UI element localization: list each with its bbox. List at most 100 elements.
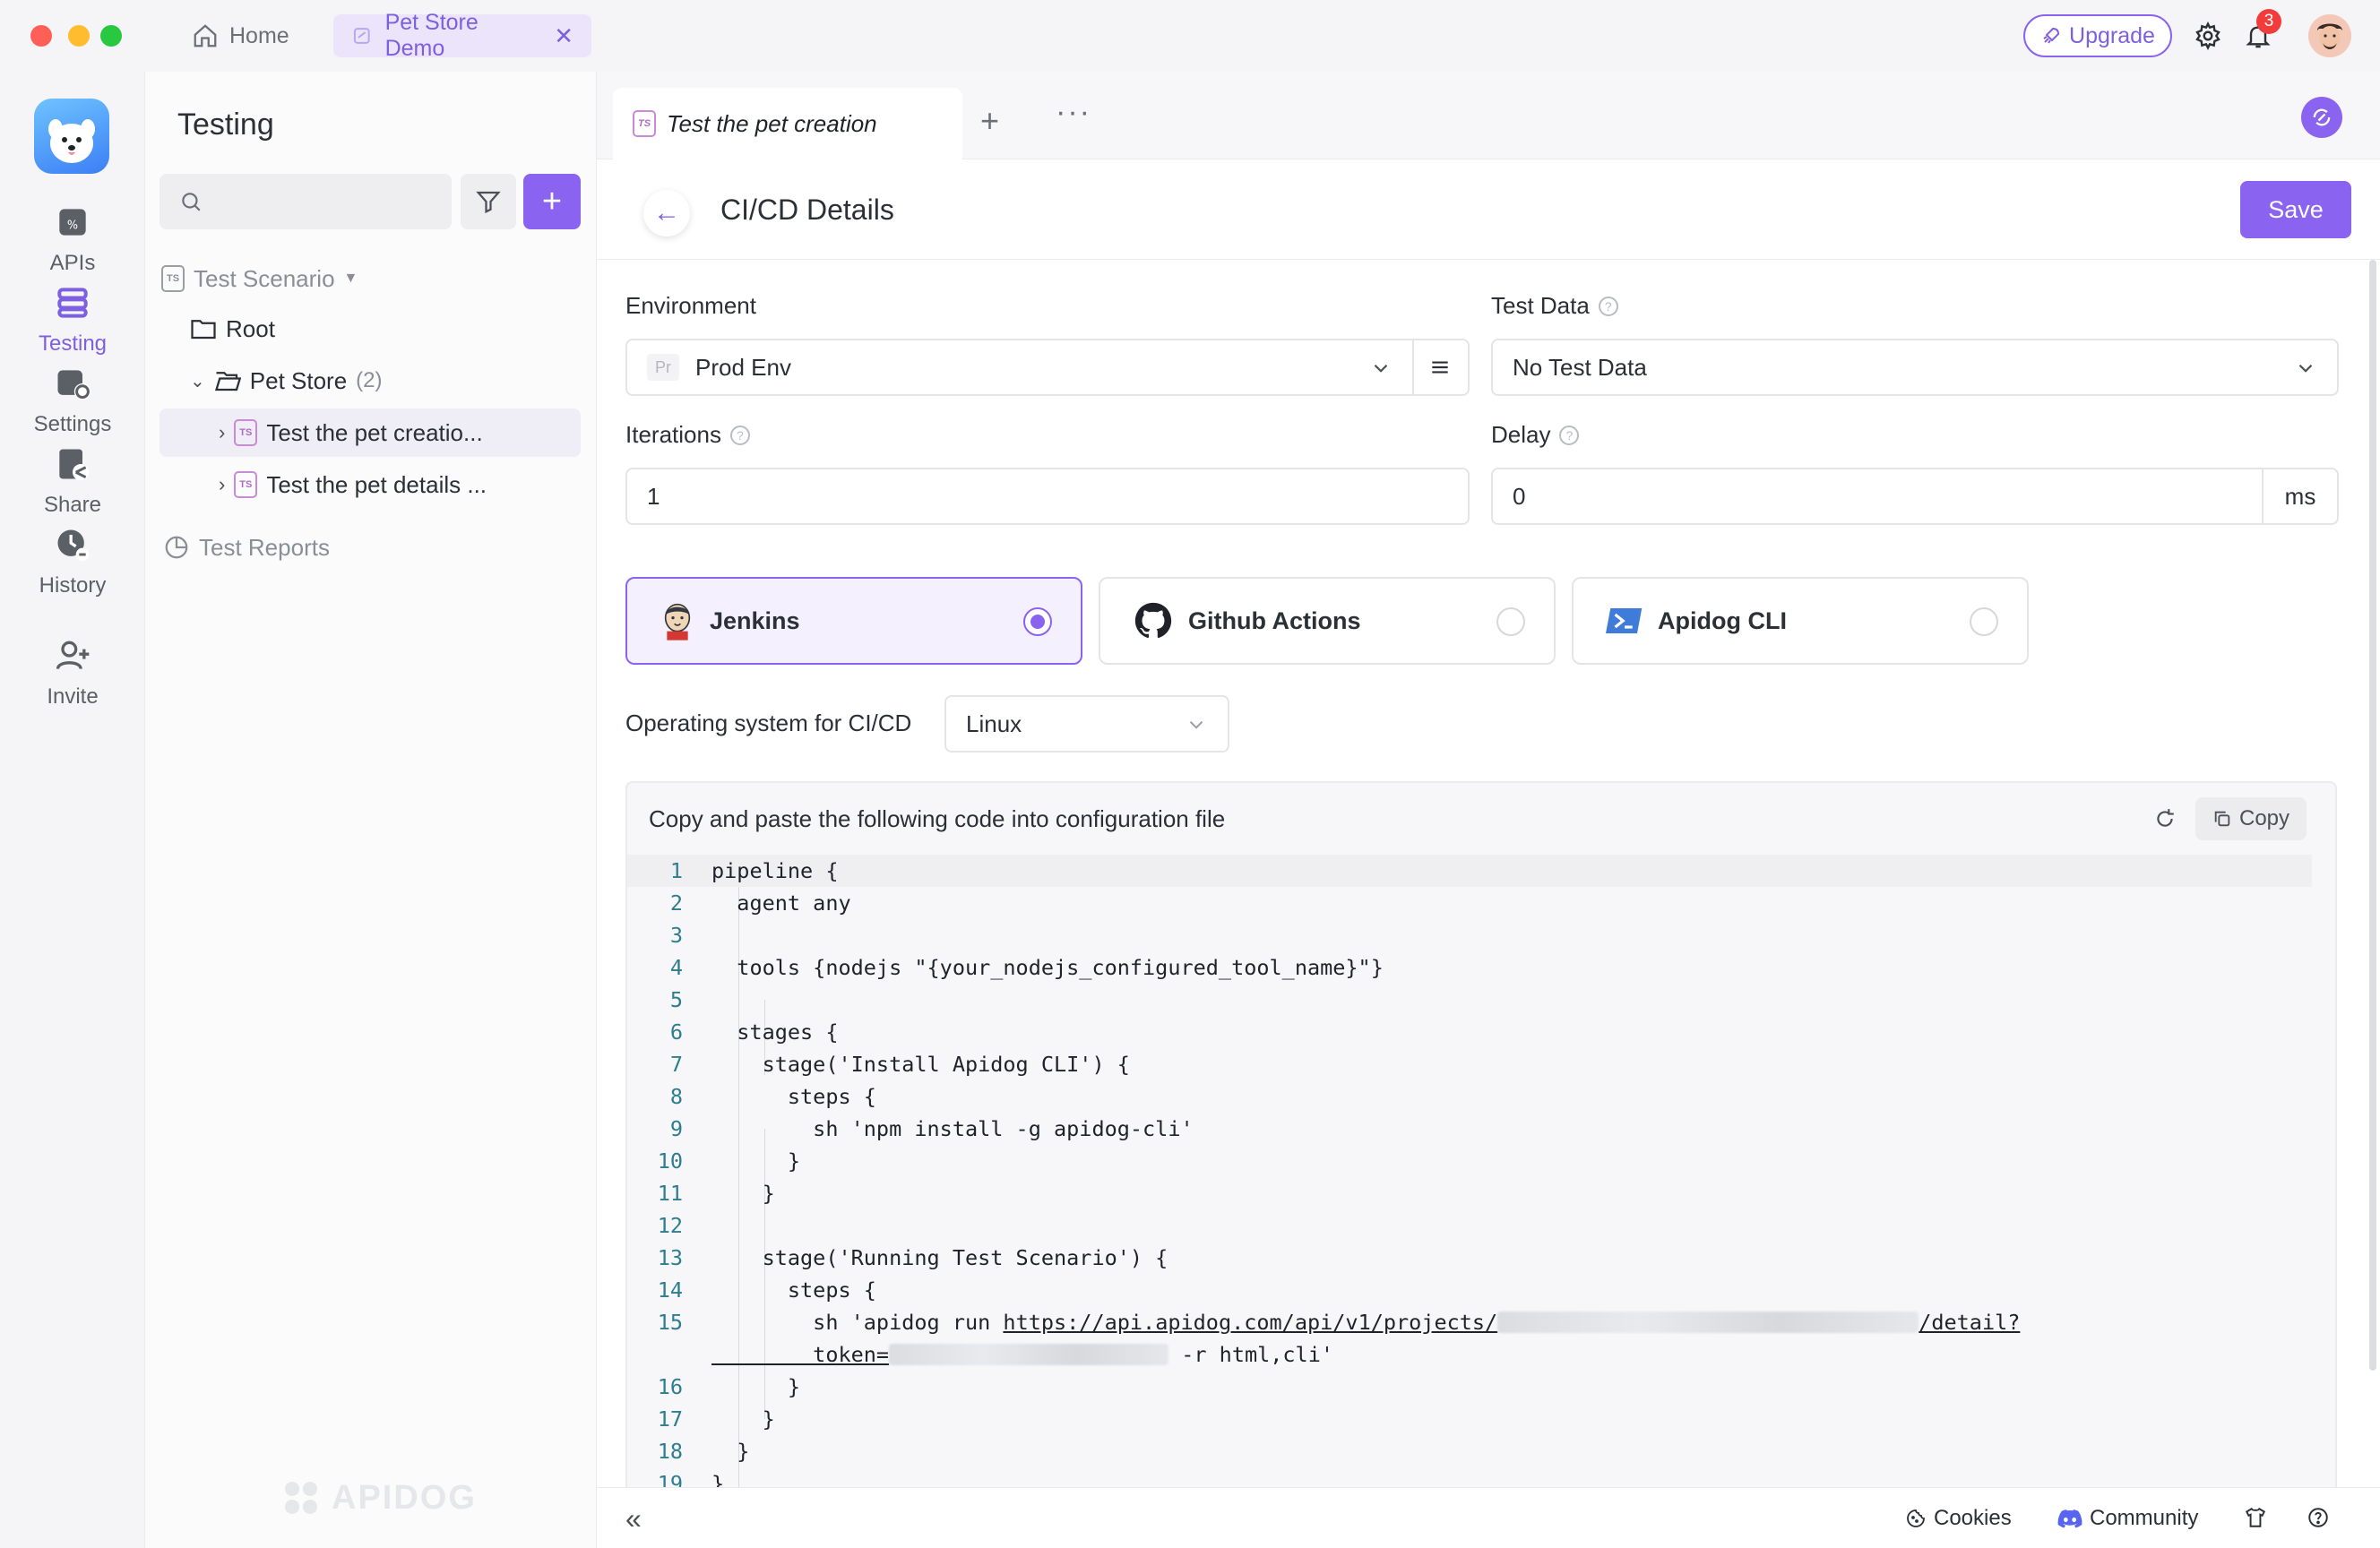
- tab-label: Test the pet creation: [667, 109, 877, 137]
- radio-unselected[interactable]: [1496, 607, 1525, 636]
- test-data-select[interactable]: No Test Data: [1491, 339, 2339, 396]
- shirt-button[interactable]: [2244, 1506, 2267, 1529]
- redacted-token: [889, 1344, 1169, 1365]
- code-line: 8 steps {: [627, 1080, 2312, 1113]
- save-button[interactable]: Save: [2240, 181, 2351, 238]
- window-close-button[interactable]: [30, 25, 52, 47]
- folder-count: (2): [356, 368, 383, 392]
- line-number: 15: [657, 1310, 683, 1335]
- tree-item-test-scenario[interactable]: TS Test Scenario ▼: [160, 254, 581, 303]
- line-number: 1: [669, 858, 683, 883]
- code-line: 13 stage('Running Test Scenario') {: [627, 1242, 2312, 1274]
- tree-item-test-reports[interactable]: Test Reports: [160, 523, 581, 572]
- ci-option-label: Github Actions: [1188, 606, 1361, 634]
- help-button[interactable]: [2307, 1506, 2330, 1529]
- code-text: }: [711, 1439, 750, 1464]
- back-button[interactable]: ←: [643, 190, 690, 236]
- line-number: 11: [657, 1181, 683, 1206]
- filter-button[interactable]: [461, 174, 516, 229]
- more-icon[interactable]: ···: [1056, 95, 1091, 130]
- add-button[interactable]: +: [523, 174, 581, 229]
- radio-unselected[interactable]: [1970, 607, 1998, 636]
- avatar-face-icon: [2308, 14, 2351, 57]
- filter-icon: [476, 191, 501, 214]
- delay-input[interactable]: 0: [1491, 468, 2264, 525]
- code-line: 18 }: [627, 1435, 2312, 1467]
- line-number: 16: [657, 1374, 683, 1399]
- help-icon[interactable]: ?: [729, 425, 750, 445]
- close-icon[interactable]: ✕: [554, 22, 573, 50]
- help-icon[interactable]: ?: [1598, 296, 1618, 316]
- help-circle-icon: [2308, 1508, 2328, 1527]
- tree-item-root[interactable]: Root: [160, 305, 581, 353]
- settings-gear-button[interactable]: [2190, 18, 2226, 54]
- iterations-input[interactable]: 1: [625, 468, 1470, 525]
- line-number: 13: [657, 1245, 683, 1270]
- ci-option-label: Apidog CLI: [1658, 606, 1787, 634]
- title-bar: Home Pet Store Demo ✕ Upgrade 3: [0, 0, 2380, 72]
- invite-icon: [56, 641, 90, 670]
- rail-item-invite[interactable]: Invite: [0, 636, 145, 710]
- refresh-button[interactable]: [2149, 803, 2181, 835]
- community-button[interactable]: Community: [2057, 1506, 2198, 1531]
- avatar[interactable]: [2308, 14, 2351, 57]
- tree-item-label: Test Reports: [199, 533, 330, 561]
- ci-option-apidog-cli[interactable]: Apidog CLI: [1572, 577, 2029, 665]
- chevron-right-icon: ›: [219, 473, 226, 495]
- main-content: TS Test the pet creation + ··· ← CI/CD D…: [597, 72, 2380, 1548]
- tree-item-label: Test the pet details ...: [266, 470, 487, 498]
- rail-item-share[interactable]: Share: [0, 444, 145, 518]
- line-number: 2: [669, 890, 683, 916]
- tree-item-label: Test Scenario: [194, 264, 335, 292]
- help-icon[interactable]: ?: [1559, 425, 1580, 445]
- copy-button[interactable]: Copy: [2195, 797, 2307, 840]
- tree-item-test-pet-creation[interactable]: › TS Test the pet creatio...: [160, 408, 581, 457]
- code-line: 16 }: [627, 1371, 2312, 1403]
- tree-search-box[interactable]: [160, 174, 452, 229]
- tree-item-pet-store[interactable]: ⌄ Pet Store (2): [160, 357, 581, 405]
- tree-item-test-pet-details[interactable]: › TS Test the pet details ...: [160, 460, 581, 509]
- tree-search-input[interactable]: [215, 189, 439, 214]
- upgrade-button[interactable]: Upgrade: [2023, 14, 2172, 57]
- line-number: 6: [669, 1019, 683, 1045]
- main-scrollbar[interactable]: [2369, 260, 2376, 1371]
- code-text: }: [711, 1374, 801, 1399]
- home-tab[interactable]: Home: [192, 18, 289, 54]
- rail-item-settings-label: Settings: [33, 412, 112, 436]
- environment-select[interactable]: Pr Prod Env: [625, 339, 1414, 396]
- environment-tag: Pr: [647, 354, 679, 381]
- window-zoom-button[interactable]: [100, 25, 122, 47]
- status-footer: « Cookies Community: [597, 1487, 2380, 1548]
- sync-button[interactable]: [2301, 97, 2342, 138]
- project-tab-label: Pet Store Demo: [384, 10, 479, 61]
- cookies-button[interactable]: Cookies: [1905, 1506, 2012, 1531]
- radio-selected[interactable]: [1023, 607, 1052, 636]
- rail-item-testing[interactable]: Testing: [0, 283, 145, 357]
- environment-label: Environment: [625, 292, 756, 320]
- rail-item-apis[interactable]: % APIs: [0, 202, 145, 276]
- code-editor[interactable]: 1 pipeline { 2 agent any 3 4 tools {nodej…: [627, 855, 2312, 1548]
- os-select[interactable]: Linux: [944, 695, 1229, 752]
- window-minimize-button[interactable]: [68, 25, 90, 47]
- terminal-icon: [1606, 608, 1643, 633]
- rail-item-history[interactable]: History: [0, 525, 145, 598]
- rail-item-settings[interactable]: Settings: [0, 364, 145, 437]
- collapse-sidebar-button[interactable]: «: [625, 1502, 642, 1535]
- ci-option-jenkins[interactable]: Jenkins: [625, 577, 1082, 665]
- ci-option-github-actions[interactable]: Github Actions: [1099, 577, 1556, 665]
- project-tab[interactable]: Pet Store Demo ✕: [333, 10, 591, 61]
- rail-item-invite-label: Invite: [47, 684, 99, 709]
- environment-manage-button[interactable]: [1412, 339, 1470, 396]
- line-number: 10: [657, 1148, 683, 1174]
- code-text: tools {nodejs "{your_nodejs_configured_t…: [711, 955, 1384, 980]
- code-url[interactable]: /detail?: [1919, 1310, 2020, 1335]
- new-tab-button[interactable]: +: [980, 102, 999, 140]
- cookies-label: Cookies: [1934, 1506, 2012, 1530]
- delay-unit: ms: [2262, 468, 2339, 525]
- tab-test-pet-creation[interactable]: TS Test the pet creation: [613, 88, 962, 159]
- code-url[interactable]: https://api.apidog.com/api/v1/projects/: [1003, 1310, 1497, 1335]
- caret-down-icon: ▼: [343, 271, 358, 286]
- community-label: Community: [2090, 1506, 2199, 1530]
- history-icon: [57, 529, 90, 562]
- code-text: steps {: [711, 1084, 876, 1109]
